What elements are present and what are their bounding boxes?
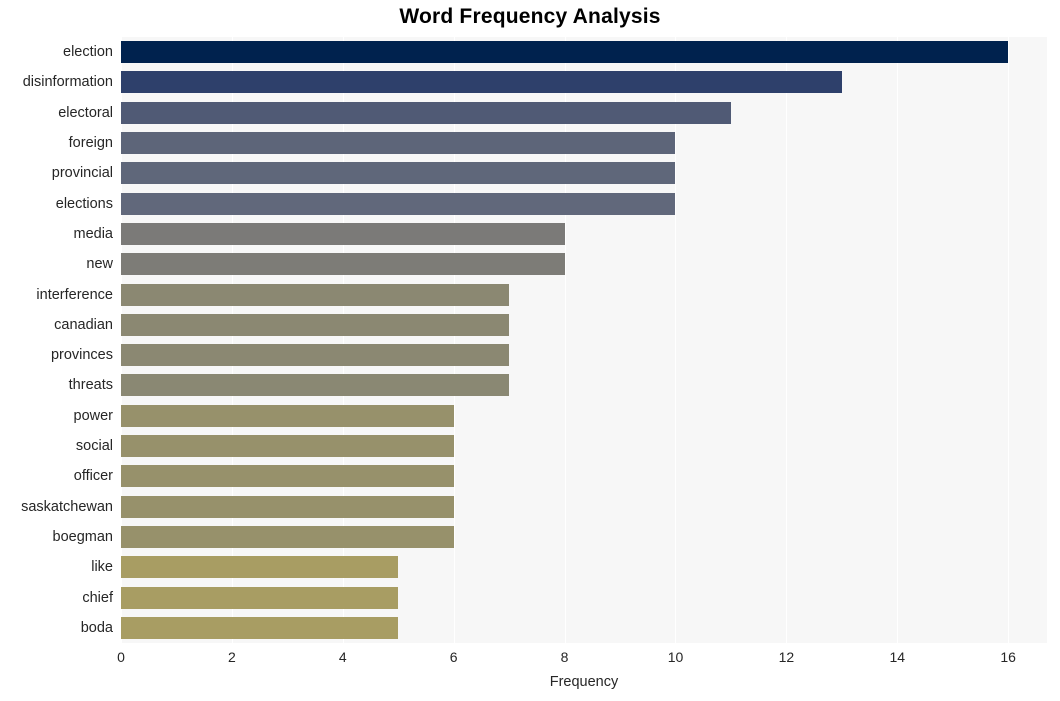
- x-tick-label-0: 0: [117, 649, 125, 665]
- bar-chief[interactable]: [121, 586, 399, 609]
- gridline-x-10: [675, 37, 677, 643]
- bar-elections[interactable]: [121, 192, 676, 215]
- y-tick-label-threats: threats: [68, 377, 113, 394]
- word-frequency-chart-figure: Word Frequency Analysis election disinfor…: [0, 0, 1060, 701]
- bar-power[interactable]: [121, 404, 454, 427]
- y-tick-label-power: power: [73, 407, 114, 424]
- y-tick-label-electoral: electoral: [58, 104, 113, 121]
- bar-saskatchewan[interactable]: [121, 495, 454, 518]
- bar-electoral[interactable]: [121, 101, 731, 124]
- y-tick-label-saskatchewan: saskatchewan: [21, 498, 113, 515]
- y-tick-label-media: media: [73, 225, 114, 242]
- bar-boegman[interactable]: [121, 525, 454, 548]
- gridline-x-4: [342, 37, 344, 643]
- x-tick-label-8: 8: [560, 649, 569, 665]
- x-tick-label-4: 4: [338, 649, 347, 665]
- plot-area: [121, 37, 1047, 643]
- x-tick-label-14: 14: [889, 649, 906, 665]
- y-tick-label-boegman: boegman: [52, 528, 113, 545]
- bar-new[interactable]: [121, 253, 565, 276]
- x-tick-label-16: 16: [1000, 649, 1016, 665]
- chart-title: Word Frequency Analysis: [399, 5, 661, 28]
- x-tick-label-6: 6: [449, 649, 458, 665]
- x-tick-label-2: 2: [227, 649, 236, 665]
- y-tick-label-provincial: provincial: [51, 165, 113, 182]
- bar-foreign[interactable]: [121, 132, 676, 155]
- bar-interference[interactable]: [121, 283, 510, 306]
- y-tick-label-election: election: [63, 44, 113, 61]
- x-axis-label: Frequency: [549, 674, 619, 690]
- bar-threats[interactable]: [121, 374, 510, 397]
- y-tick-label-disinformation: disinformation: [22, 74, 113, 91]
- y-tick-label-foreign: foreign: [68, 135, 113, 152]
- bar-social[interactable]: [121, 435, 454, 458]
- y-tick-label-officer: officer: [73, 468, 113, 485]
- bar-canadian[interactable]: [121, 313, 510, 336]
- gridline-x-0: [121, 37, 122, 643]
- y-tick-label-provinces: provinces: [50, 347, 113, 364]
- y-tick-label-new: new: [86, 256, 113, 273]
- gridline-x-16: [1008, 37, 1010, 643]
- gridline-x-8: [564, 37, 566, 643]
- gridline-x-12: [786, 37, 788, 643]
- y-tick-label-interference: interference: [36, 286, 113, 303]
- y-tick-label-chief: chief: [82, 589, 113, 606]
- bar-like[interactable]: [121, 556, 399, 579]
- y-tick-label-like: like: [91, 559, 113, 576]
- bar-officer[interactable]: [121, 465, 454, 488]
- gridline-x-6: [453, 37, 455, 643]
- gridline-x-2: [231, 37, 233, 643]
- y-tick-label-elections: elections: [55, 195, 113, 212]
- y-tick-label-boda: boda: [80, 619, 113, 636]
- x-tick-label-10: 10: [667, 649, 684, 665]
- x-tick-label-12: 12: [778, 649, 795, 665]
- gridline-x-14: [897, 37, 899, 643]
- y-tick-label-canadian: canadian: [54, 316, 113, 333]
- bar-provincial[interactable]: [121, 162, 676, 185]
- bar-boda[interactable]: [121, 616, 399, 639]
- bar-election[interactable]: [121, 41, 1009, 64]
- bar-disinformation[interactable]: [121, 71, 842, 94]
- bar-provinces[interactable]: [121, 344, 510, 367]
- bar-media[interactable]: [121, 222, 565, 245]
- y-tick-label-social: social: [75, 438, 113, 455]
